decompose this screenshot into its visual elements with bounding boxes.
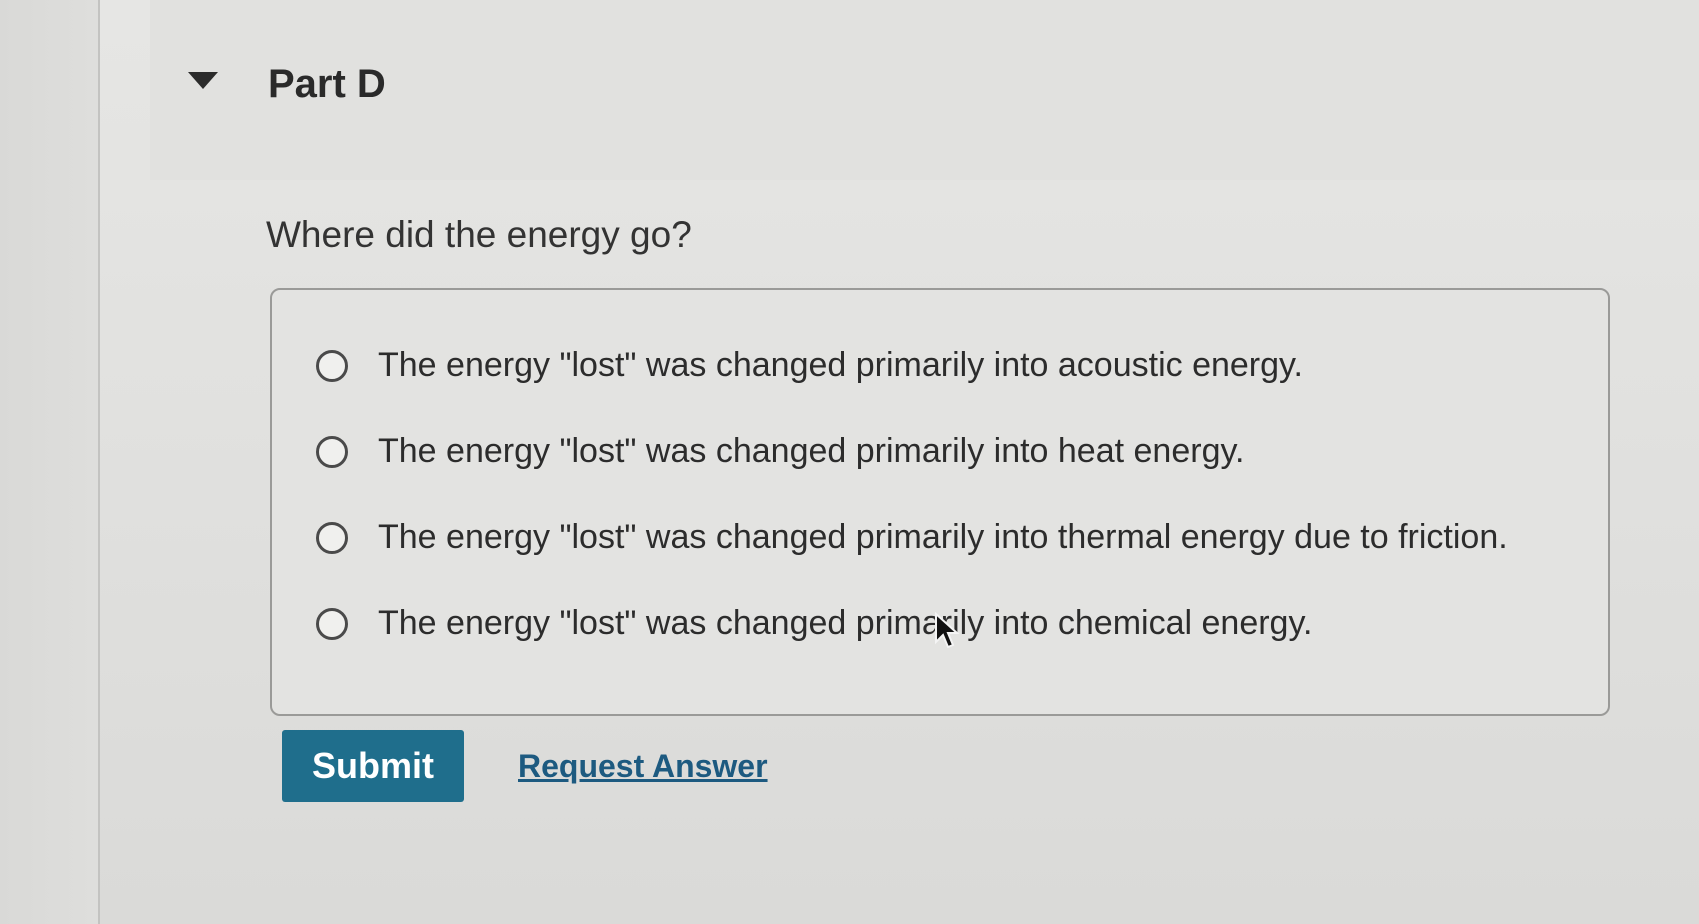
part-title: Part D <box>268 62 386 106</box>
radio-button-icon[interactable] <box>316 521 348 554</box>
answer-option-chemical[interactable]: The energy "lost" was changed primarily … <box>316 604 1312 643</box>
answer-option-label: The energy "lost" was changed primarily … <box>378 518 1508 556</box>
answer-option-label: The energy "lost" was changed primarily … <box>378 346 1303 384</box>
collapse-triangle-icon[interactable] <box>188 72 218 89</box>
mouse-cursor-icon <box>935 612 960 649</box>
radio-button-icon[interactable] <box>316 607 348 640</box>
page: Part D Where did the energy go? The ener… <box>0 0 1699 924</box>
answer-option-label: The energy "lost" was changed primarily … <box>378 604 1313 642</box>
radio-button-icon[interactable] <box>316 349 348 382</box>
left-rail <box>0 0 100 924</box>
answer-option-heat[interactable]: The energy "lost" was changed primarily … <box>316 432 1244 471</box>
answer-option-thermal-friction[interactable]: The energy "lost" was changed primarily … <box>316 518 1508 557</box>
answer-options-box: The energy "lost" was changed primarily … <box>270 288 1610 716</box>
answer-option-acoustic[interactable]: The energy "lost" was changed primarily … <box>316 346 1303 385</box>
answer-option-label: The energy "lost" was changed primarily … <box>378 432 1245 470</box>
request-answer-link[interactable]: Request Answer <box>518 748 768 785</box>
submit-button[interactable]: Submit <box>282 730 464 802</box>
radio-button-icon[interactable] <box>316 435 348 468</box>
question-text: Where did the energy go? <box>266 214 692 255</box>
